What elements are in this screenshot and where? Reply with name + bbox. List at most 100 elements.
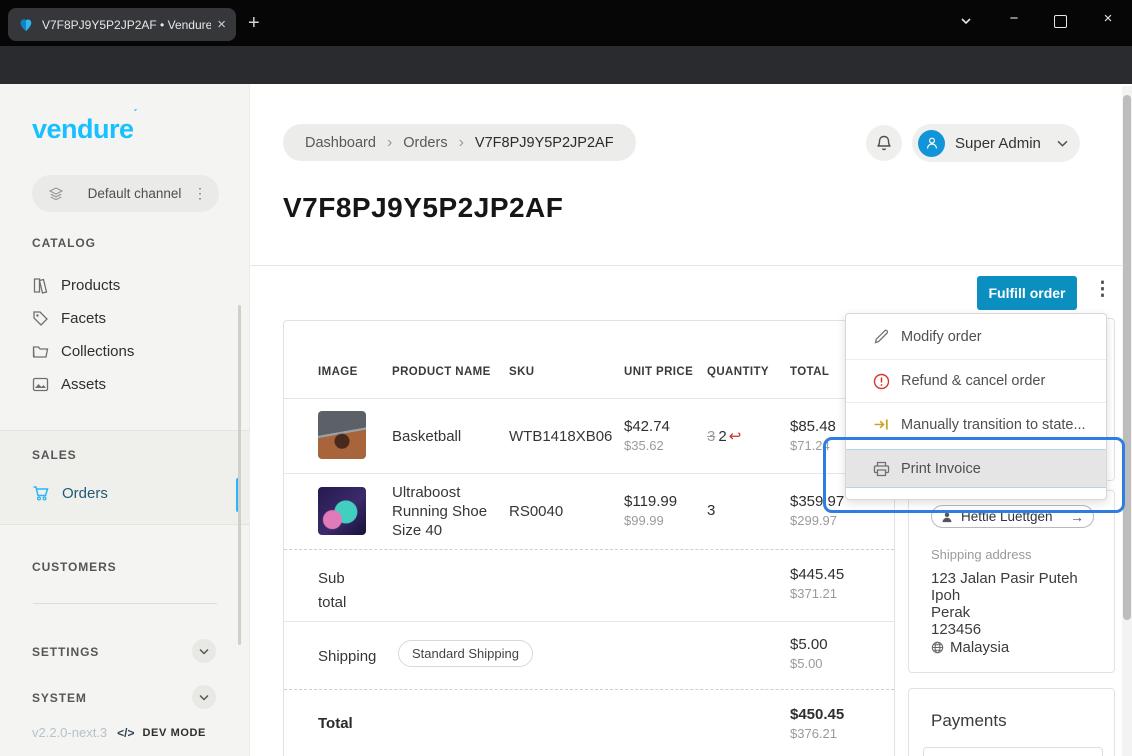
product-image-basketball[interactable] [318, 411, 366, 459]
sidebar-item-collections[interactable]: Collections [32, 343, 134, 360]
sidebar-scrollbar[interactable] [238, 305, 241, 645]
notifications-button[interactable] [866, 125, 902, 161]
sidebar-heading-sales: SALES [32, 448, 77, 462]
product-name[interactable]: Basketball [392, 427, 461, 446]
breadcrumb-orders[interactable]: Orders [403, 135, 447, 151]
sidebar-heading-settings: SETTINGS [32, 645, 99, 659]
sidebar-footer: v2.2.0-next.3 </> DEV MODE [32, 725, 206, 740]
product-sku: WTB1418XB06 [509, 427, 612, 446]
unit-price-gross: $42.74 [624, 418, 670, 435]
tab-search-icon[interactable] [958, 14, 974, 28]
page-title: V7F8PJ9Y5P2JP2AF [283, 192, 563, 224]
payments-title: Payments [931, 711, 1007, 731]
product-image-shoe[interactable] [318, 487, 366, 535]
order-actions-menu: Modify order Refund & cancel order Manua… [845, 313, 1107, 500]
quantity-change-icon: ↩ [729, 428, 742, 445]
line-total-net: $299.97 [790, 513, 844, 528]
transition-arrow-icon [873, 417, 890, 432]
dev-mode-label[interactable]: DEV MODE [143, 727, 206, 739]
subtotal-row: Sub total $445.45 $371.21 [284, 549, 894, 622]
globe-icon [931, 641, 944, 654]
subtotal-label: Sub total [318, 567, 370, 615]
breadcrumb-current: V7F8PJ9Y5P2JP2AF [475, 135, 614, 151]
chevron-down-icon [199, 648, 209, 655]
payments-card: Payments [908, 688, 1115, 756]
payment-entry [923, 747, 1103, 756]
unit-price-net: $99.99 [624, 513, 677, 528]
page-scrollbar-thumb[interactable] [1123, 95, 1131, 620]
menu-item-refund-cancel[interactable]: Refund & cancel order [846, 360, 1106, 403]
line-total-gross: $359.97 [790, 493, 844, 510]
country: Malaysia [950, 639, 1009, 656]
address-line: Perak [931, 604, 1078, 621]
tab-close-icon[interactable]: × [217, 16, 226, 33]
sidebar-item-facets[interactable]: Facets [32, 310, 106, 327]
breadcrumb-dashboard[interactable]: Dashboard [305, 135, 376, 151]
sidebar-item-assets[interactable]: Assets [32, 376, 106, 393]
window-close-button[interactable]: × [1096, 10, 1120, 27]
table-header-row: IMAGE PRODUCT NAME SKU UNIT PRICE QUANTI… [284, 321, 894, 399]
sidebar-divider [33, 603, 217, 604]
pencil-icon [873, 328, 890, 345]
shipping-label: Shipping [318, 647, 376, 666]
bell-icon [875, 134, 893, 153]
vendure-logo: vendure´ [32, 114, 137, 145]
col-unit-price: UNIT PRICE [624, 366, 693, 378]
user-menu[interactable]: Super Admin [912, 124, 1080, 162]
chevron-right-icon: › [387, 134, 392, 152]
col-quantity: QUANTITY [707, 366, 769, 378]
app-version: v2.2.0-next.3 [32, 725, 107, 740]
menu-item-print-invoice[interactable]: Print Invoice [846, 449, 1106, 488]
sidebar-item-orders[interactable]: Orders [32, 484, 108, 502]
customer-link[interactable]: Hettie Luettgen → [931, 505, 1094, 528]
shipping-method-chip: Standard Shipping [398, 640, 533, 667]
menu-item-transition-state[interactable]: Manually transition to state... [846, 403, 1106, 446]
shipping-row: Shipping Standard Shipping $5.00 $5.00 [284, 621, 894, 690]
new-tab-button[interactable]: + [248, 12, 260, 35]
total-label: Total [318, 714, 353, 733]
code-icon: </> [117, 726, 134, 740]
product-sku: RS0040 [509, 502, 563, 521]
exclamation-circle-icon [873, 373, 890, 390]
col-sku: SKU [509, 366, 534, 378]
window-minimize-button[interactable]: − [1002, 10, 1026, 27]
table-row: Basketball WTB1418XB06 $42.74 $35.62 32↩… [284, 398, 894, 474]
order-table-card: IMAGE PRODUCT NAME SKU UNIT PRICE QUANTI… [283, 320, 895, 756]
browser-window: V7F8PJ9Y5P2JP2AF • Vendure × + − × ‹ › i… [0, 0, 1132, 756]
printer-icon [873, 461, 890, 477]
window-maximize-button[interactable] [1054, 15, 1067, 28]
sidebar-item-products[interactable]: Products [32, 277, 120, 294]
order-total-net: $376.21 [790, 726, 844, 741]
browser-toolbar: ‹ › i localhost:3000/admin/orders/3 [0, 46, 1132, 84]
products-icon [32, 277, 49, 294]
sidebar-sales-group [0, 430, 250, 525]
subtotal-net: $371.21 [790, 586, 844, 601]
channel-label: Default channel [76, 186, 193, 201]
shipping-net: $5.00 [790, 656, 828, 671]
layers-icon [48, 186, 64, 202]
customer-name: Hettie Luettgen [961, 509, 1070, 524]
browser-tab[interactable]: V7F8PJ9Y5P2JP2AF • Vendure × [8, 8, 236, 41]
channel-selector[interactable]: Default channel ⋮ [32, 175, 219, 212]
product-name[interactable]: Ultraboost Running Shoe Size 40 [392, 483, 497, 540]
sidebar: vendure´ Default channel ⋮ CATALOG Produ… [0, 84, 250, 756]
line-total-net: $71.24 [790, 438, 836, 453]
order-actions-kebab-icon[interactable]: ⋮ [1093, 278, 1112, 301]
system-expand-button[interactable] [192, 685, 216, 709]
unit-price-net: $35.62 [624, 438, 670, 453]
user-name: Super Admin [955, 135, 1049, 152]
vendure-favicon-icon [18, 17, 34, 33]
fulfill-order-button[interactable]: Fulfill order [977, 276, 1077, 310]
address-line: 123456 [931, 621, 1078, 638]
settings-expand-button[interactable] [192, 639, 216, 663]
col-total: TOTAL [790, 366, 829, 378]
chevron-down-icon [199, 694, 209, 701]
order-total-gross: $450.45 [790, 706, 844, 723]
menu-item-modify-order[interactable]: Modify order [846, 314, 1106, 360]
shipping-address-label: Shipping address [931, 547, 1031, 562]
cart-icon [32, 484, 50, 502]
channel-kebab-icon[interactable]: ⋮ [193, 185, 207, 202]
unit-price-gross: $119.99 [624, 493, 677, 510]
col-image: IMAGE [318, 366, 358, 378]
col-product-name: PRODUCT NAME [392, 366, 491, 378]
